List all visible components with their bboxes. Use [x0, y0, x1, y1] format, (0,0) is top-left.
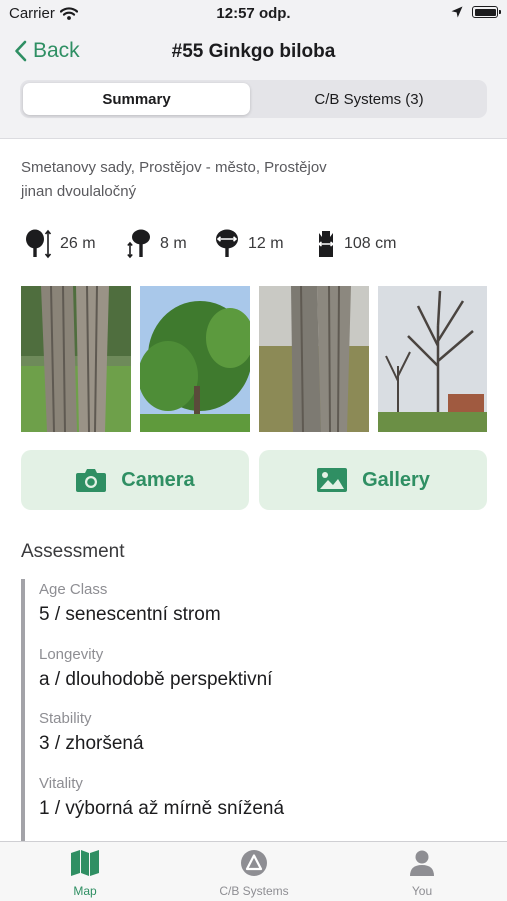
crown-base-height-icon	[127, 229, 150, 259]
navigation-bar: Back #55 Ginkgo biloba	[0, 28, 507, 78]
segment-area: Summary C/B Systems (3)	[0, 78, 507, 139]
metric-tree-height: 26 m	[24, 229, 96, 259]
trunk-circumference-icon	[317, 231, 335, 257]
camera-button[interactable]: Camera	[21, 450, 249, 510]
crown-width-icon	[216, 229, 238, 257]
segmented-control: Summary C/B Systems (3)	[20, 80, 487, 118]
page-title: #55 Ginkgo biloba	[171, 41, 336, 62]
triangle-icon	[241, 850, 267, 876]
assessment-label: Vitality	[39, 775, 83, 792]
tab-cb-systems[interactable]: C/B Systems (3)	[254, 83, 484, 115]
assessment-value: a / dlouhodobě perspektivní	[39, 669, 273, 690]
camera-icon	[76, 469, 107, 492]
status-right	[451, 6, 501, 18]
tab-you-label: You	[411, 884, 433, 898]
assessment-item-longevity: Longevity a / dlouhodobě perspektivní	[39, 646, 272, 691]
location-arrow-icon	[451, 6, 463, 18]
assessment-label: Longevity	[39, 646, 104, 663]
assessment-value: 1 / výborná až mírně snížená	[39, 798, 285, 819]
tree-photo-2[interactable]	[140, 286, 250, 432]
tree-photo-1[interactable]	[21, 286, 131, 432]
address-text: Smetanovy sady, Prostějov - město, Prost…	[21, 159, 327, 176]
assessment-label: Stability	[39, 710, 92, 727]
assessment-label: Age Class	[39, 581, 108, 598]
tab-cb-systems-nav[interactable]: C/B Systems	[194, 849, 314, 898]
metric-crown-width: 12 m	[214, 229, 284, 259]
location-block: Smetanovy sady, Prostějov - město, Prost…	[21, 156, 327, 204]
assessment-value: 3 / zhoršená	[39, 733, 144, 754]
status-bar: Carrier 12:57 odp.	[0, 0, 507, 28]
assessment-item-age-class: Age Class 5 / senescentní strom	[39, 581, 221, 626]
gallery-icon	[317, 468, 348, 492]
tree-photo-4[interactable]	[378, 286, 487, 432]
trunk-circumference-value: 108 cm	[344, 235, 397, 252]
camera-label: Camera	[121, 468, 195, 491]
battery-icon	[472, 6, 501, 18]
tree-height-value: 26 m	[60, 235, 96, 252]
crown-width-value: 12 m	[248, 235, 284, 252]
tree-photo-3[interactable]	[259, 286, 369, 432]
person-icon	[410, 850, 434, 876]
assessment-value: 5 / senescentní strom	[39, 604, 221, 625]
tab-bar: Map C/B Systems You	[0, 841, 507, 901]
photo-strip[interactable]	[21, 286, 487, 432]
gallery-button[interactable]: Gallery	[259, 450, 487, 510]
tab-summary[interactable]: Summary	[23, 83, 250, 115]
map-icon	[71, 850, 99, 876]
tab-map-label: Map	[73, 884, 97, 898]
metric-trunk-circumference: 108 cm	[316, 229, 396, 259]
assessment-heading: Assessment	[21, 541, 125, 562]
assessment-item-vitality: Vitality 1 / výborná až mírně snížená	[39, 775, 284, 820]
common-name-text: jinan dvoulaločný	[21, 183, 137, 200]
gallery-label: Gallery	[362, 468, 430, 491]
tab-cb-systems-label: C/B Systems	[219, 884, 289, 898]
status-time: 12:57 odp.	[216, 5, 291, 22]
assessment-item-stability: Stability 3 / zhoršená	[39, 710, 144, 755]
assessment-accent-bar	[21, 579, 25, 841]
crown-base-value: 8 m	[160, 235, 187, 252]
tab-you[interactable]: You	[362, 849, 482, 898]
tree-height-icon	[26, 229, 52, 259]
metric-crown-base: 8 m	[126, 229, 187, 259]
tab-map[interactable]: Map	[25, 849, 145, 898]
metrics-row: 26 m 8 m 12 m 108 cm	[0, 229, 507, 259]
